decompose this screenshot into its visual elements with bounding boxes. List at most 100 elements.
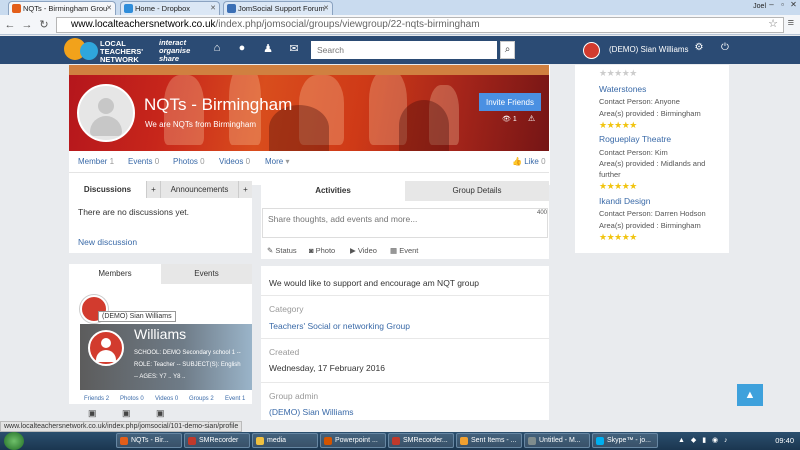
- minimize-icon[interactable]: –: [766, 0, 777, 10]
- scroll-to-top-icon[interactable]: ▲: [737, 384, 763, 406]
- hovercard-stat-friends[interactable]: Friends 2: [84, 396, 109, 402]
- browser-tab-active[interactable]: NQTs - Birmingham Grou ✕: [8, 1, 116, 15]
- forward-icon[interactable]: →: [20, 18, 34, 32]
- directory-entry-contact: Contact Person: Kim: [599, 148, 668, 157]
- stat-photos[interactable]: Photos 0: [173, 157, 205, 166]
- tab-discussions[interactable]: Discussions: [69, 181, 146, 198]
- directory-entry-name[interactable]: Ikandi Design: [599, 196, 651, 206]
- paint-icon: [528, 437, 536, 445]
- stat-count: 1: [109, 157, 115, 166]
- directory-entry-name[interactable]: Rogueplay Theatre: [599, 134, 671, 144]
- message-icon[interactable]: ▣: [122, 408, 131, 419]
- globe-icon[interactable]: ●: [235, 42, 249, 54]
- like-count: 0: [541, 157, 546, 166]
- avatar[interactable]: [583, 42, 600, 59]
- stat-label: Friends: [84, 396, 105, 402]
- report-icon[interactable]: ⚠: [528, 114, 535, 123]
- tab-activities[interactable]: Activities: [261, 181, 405, 201]
- chrome-icon: [120, 437, 128, 445]
- search-input[interactable]: [311, 41, 497, 59]
- powerpoint-icon: [324, 437, 332, 445]
- status-action[interactable]: ✎ Status: [267, 246, 297, 255]
- taskbar-item[interactable]: SMRecorder: [184, 433, 250, 448]
- rating-stars: ★★★★★: [599, 68, 637, 78]
- taskbar-item[interactable]: Skype™ - jo...: [592, 433, 658, 448]
- hovercard-stat-event[interactable]: Event 1: [225, 396, 245, 402]
- char-counter: 400: [537, 210, 548, 216]
- taskbar-item[interactable]: Untitled - M...: [524, 433, 590, 448]
- menu-icon[interactable]: ≡: [788, 17, 794, 29]
- browser-tab[interactable]: Home - Dropbox ✕: [120, 1, 220, 15]
- category-link[interactable]: Teachers' Social or networking Group: [269, 321, 410, 331]
- hovercard-stat-groups[interactable]: Groups 2: [189, 396, 214, 402]
- group-avatar[interactable]: [77, 84, 135, 142]
- user-icon[interactable]: ♟: [261, 42, 275, 55]
- tab-label: NQTs - Birmingham Grou: [23, 4, 108, 13]
- video-action[interactable]: ▶ Video: [350, 246, 377, 255]
- group-subtitle: We are NQTs from Birmingham: [145, 120, 256, 129]
- photo-action[interactable]: ◙ Photo: [309, 246, 335, 255]
- nav-user-name[interactable]: (DEMO) Sian Williams: [609, 45, 689, 54]
- status-bar-url: www.localteachersnetwork.co.uk/index.php…: [0, 421, 243, 432]
- tab-announcements[interactable]: Announcements: [160, 181, 238, 198]
- hovercard-stat-videos[interactable]: Videos 0: [155, 396, 178, 402]
- admin-link[interactable]: (DEMO) Sian Williams: [269, 407, 354, 417]
- calendar-icon: ▦: [390, 246, 398, 255]
- taskbar-item[interactable]: Sent Items - ...: [456, 433, 522, 448]
- stat-events[interactable]: Events 0: [128, 157, 159, 166]
- mail-icon[interactable]: ✉: [287, 42, 301, 55]
- system-tray-icons[interactable]: ▲ ◆ ▮ ◉ ♪: [678, 436, 730, 444]
- rating-stars: ★★★★★: [599, 120, 637, 130]
- back-icon[interactable]: ←: [3, 18, 17, 32]
- share-input[interactable]: [262, 208, 548, 238]
- invite-friends-button[interactable]: Invite Friends: [479, 93, 541, 111]
- taskbar-label: SMRecorder: [199, 437, 239, 444]
- taskbar-item[interactable]: media: [252, 433, 318, 448]
- site-logo-text[interactable]: LOCAL TEACHERS' NETWORK: [100, 40, 143, 64]
- new-discussion-link[interactable]: New discussion: [78, 237, 137, 247]
- gear-icon[interactable]: ⚙: [692, 42, 706, 53]
- taskbar-item[interactable]: NQTs - Bir...: [116, 433, 182, 448]
- add-discussion-icon[interactable]: +: [146, 181, 160, 198]
- stat-count: 0: [154, 157, 160, 166]
- tab-members[interactable]: Members: [69, 264, 161, 284]
- tagline-line: share: [159, 54, 180, 63]
- logo-bubble-icon[interactable]: [80, 42, 98, 60]
- hovercard-name[interactable]: Williams: [134, 326, 186, 342]
- follow-icon[interactable]: ▣: [156, 408, 165, 419]
- group-title[interactable]: NQTs - Birmingham: [144, 95, 292, 115]
- add-friend-icon[interactable]: ▣: [88, 408, 97, 419]
- stat-members[interactable]: Member 1: [78, 157, 114, 166]
- browser-user[interactable]: Joel: [753, 0, 766, 13]
- home-icon[interactable]: ⌂: [210, 42, 224, 54]
- taskbar-item[interactable]: Powerpoint ...: [320, 433, 386, 448]
- search-icon[interactable]: ⌕: [500, 41, 515, 59]
- maximize-icon[interactable]: ▫: [777, 0, 788, 10]
- stat-more[interactable]: More ▾: [265, 157, 289, 166]
- tab-group-details[interactable]: Group Details: [405, 181, 549, 201]
- reload-icon[interactable]: ↻: [37, 18, 51, 32]
- divider: [261, 295, 549, 296]
- stat-label: Photos: [120, 396, 139, 402]
- url-bar[interactable]: www.localteachersnetwork.co.uk/index.php…: [56, 17, 784, 33]
- tab-events[interactable]: Events: [161, 264, 252, 284]
- taskbar-item[interactable]: SMRecorder...: [388, 433, 454, 448]
- close-icon[interactable]: ✕: [106, 2, 112, 15]
- stat-label: Videos: [219, 157, 244, 166]
- window-close-icon[interactable]: ✕: [788, 0, 799, 10]
- hovercard-stat-photos[interactable]: Photos 0: [120, 396, 144, 402]
- browser-tab[interactable]: JomSocial Support Forum ✕: [223, 1, 333, 15]
- close-icon[interactable]: ✕: [323, 2, 329, 15]
- bookmark-star-icon[interactable]: ☆: [768, 17, 778, 30]
- power-icon[interactable]: ⏻: [718, 42, 732, 53]
- close-icon[interactable]: ✕: [210, 2, 216, 15]
- stat-videos[interactable]: Videos 0: [219, 157, 250, 166]
- created-value: Wednesday, 17 February 2016: [269, 363, 385, 373]
- windows-start-icon[interactable]: [4, 432, 24, 450]
- taskbar-clock[interactable]: 09:40: [775, 436, 794, 445]
- add-announcement-icon[interactable]: +: [238, 181, 252, 198]
- like-button[interactable]: 👍 Like 0: [512, 157, 546, 166]
- directory-entry-name[interactable]: Waterstones: [599, 84, 646, 94]
- hovercard-avatar[interactable]: [88, 330, 124, 366]
- event-action[interactable]: ▦ Event: [390, 246, 418, 255]
